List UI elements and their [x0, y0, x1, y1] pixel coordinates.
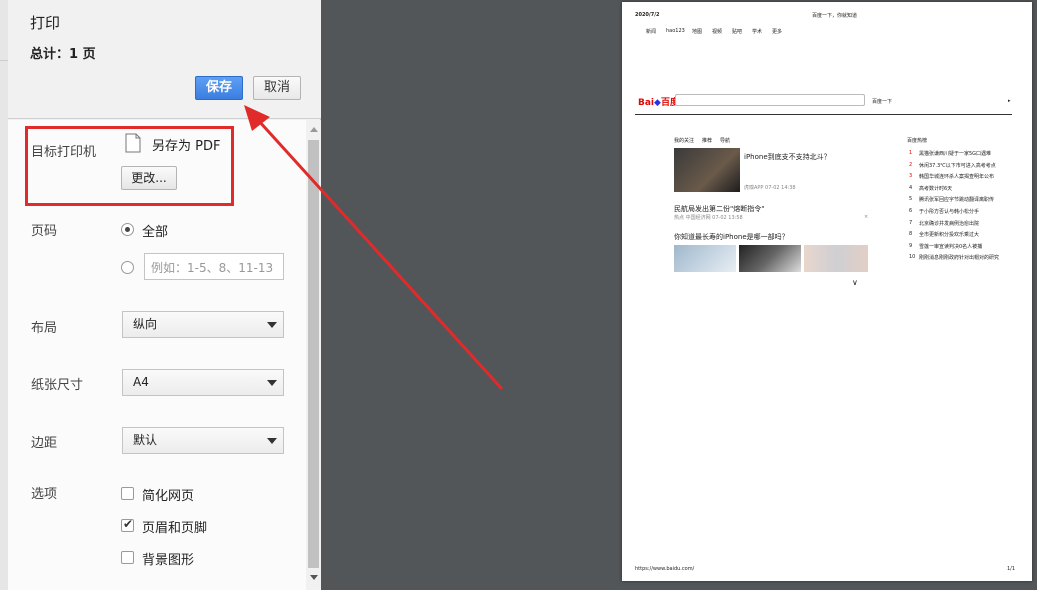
preview-nav-hao123: hao123: [666, 28, 685, 34]
preview-news1-title: iPhone到底支不支持北斗？: [744, 153, 831, 161]
preview-tab-recommend: 推荐: [702, 138, 713, 144]
preview-nav-more: 更多: [772, 29, 783, 35]
preview-close-icon: ×: [864, 214, 869, 220]
preview-hot-item: 黑猫张谦西川疑于一家5G口遇难: [919, 151, 992, 157]
preview-hot-rank: 6: [909, 208, 913, 214]
scroll-up-icon[interactable]: [310, 127, 318, 132]
preview-footer-url: https://www.baidu.com/: [635, 566, 695, 572]
preview-hot-item: 于小彤方否认与韩小松分手: [919, 209, 980, 215]
margins-value: 默认: [133, 433, 158, 447]
layout-select[interactable]: 纵向: [122, 311, 284, 338]
preview-nav-news: 新闻: [646, 29, 657, 35]
preview-page-title: 百度一下，你就知道: [812, 13, 858, 19]
panel-header: 打印 总计：1 页 保存 取消: [8, 0, 321, 119]
preview-expand-icon: ∨: [852, 278, 858, 287]
preview-hot-item: 刚刚消息刚刚政府针对出帽对的研究: [919, 255, 1000, 262]
paper-size-select[interactable]: A4: [122, 369, 284, 396]
preview-hot-rank: 10: [909, 254, 916, 261]
preview-tab-follow: 我的关注: [674, 138, 695, 144]
preview-hot-rank: 2: [909, 161, 913, 168]
preview-nav-video: 视频: [712, 29, 723, 35]
options-label: 选项: [31, 487, 58, 502]
cancel-button[interactable]: 取消: [253, 76, 301, 100]
preview-hot-rank: 8: [909, 231, 913, 238]
preview-news2-title: 民航局发出第二份"熔断指令": [674, 205, 765, 213]
chevron-down-icon: [267, 322, 277, 328]
pages-all-label: 全部: [142, 225, 169, 240]
print-preview-page: 2020/7/2 百度一下，你就知道 新闻 hao123 地图 视频 贴吧 学术…: [622, 2, 1032, 581]
print-dialog-screen: 打印 总计：1 页 保存 取消 目标打印机 另存为 PDF 更改... 页码 全…: [0, 0, 1037, 590]
margins-select[interactable]: 默认: [122, 427, 284, 454]
preview-news3-title: 你知道最长寿的iPhone是哪一部吗？: [674, 233, 789, 241]
paper-size-value: A4: [133, 375, 149, 389]
preview-phone-image-3: [804, 245, 868, 272]
chevron-down-icon: [267, 438, 277, 444]
preview-hot-title: 百度热榜: [907, 138, 928, 144]
scroll-down-icon[interactable]: [310, 575, 318, 580]
scroll-thumb[interactable]: [308, 140, 319, 568]
preview-hot-rank: 5: [909, 196, 913, 203]
layout-label: 布局: [31, 321, 58, 336]
preview-news1-meta: 虎嗅APP 07-02 14:38: [744, 185, 796, 191]
headers-footers-label: 页眉和页脚: [142, 521, 208, 536]
preview-hot-rank: 7: [909, 219, 913, 226]
margins-label: 边距: [31, 436, 58, 451]
preview-phone-image-2: [739, 245, 801, 272]
preview-search-button: 百度一下: [872, 99, 893, 105]
preview-divider: [635, 114, 1012, 115]
preview-search-input: [675, 94, 865, 106]
preview-hot-item: 休闲37.3℃以下市可进入高考考点: [919, 162, 996, 169]
preview-hot-rank: 9: [909, 242, 913, 249]
preview-hot-rank: 3: [909, 173, 913, 180]
preview-date: 2020/7/2: [635, 12, 660, 18]
preview-nav-map: 地图: [692, 29, 703, 35]
preview-footer-page: 1/1: [1007, 566, 1016, 572]
simplify-page-checkbox[interactable]: [121, 487, 134, 500]
preview-hot-rank: 4: [909, 184, 913, 191]
layout-value: 纵向: [133, 317, 158, 331]
save-button[interactable]: 保存: [195, 76, 243, 100]
preview-news2-meta: 热点 中国经济网 07-02 13:58: [674, 215, 743, 221]
preview-hot-item: 雪莲一审宣读判决0名人被捕: [919, 243, 983, 250]
preview-hot-item: 全市更新积分投欢乐乘过大: [919, 232, 980, 239]
simplify-page-label: 简化网页: [142, 489, 195, 504]
preview-hot-item: 高考数计时6天: [919, 185, 953, 192]
highlight-box: [25, 126, 234, 206]
dialog-title: 打印: [30, 14, 61, 32]
preview-hot-item: 腾讯张军回应字节跳动翻译离职传: [919, 197, 995, 204]
headers-footers-checkbox[interactable]: [121, 517, 134, 532]
preview-hot-item: 韩国华城连环杀人案揭查明年公布: [919, 174, 995, 181]
preview-nav-tieba: 贴吧: [732, 29, 743, 35]
pages-label: 页码: [31, 224, 58, 239]
print-settings-panel: 打印 总计：1 页 保存 取消 目标打印机 另存为 PDF 更改... 页码 全…: [8, 0, 321, 590]
settings-scrollbar[interactable]: [306, 120, 321, 590]
pages-range-input[interactable]: 例如：1-5、8、11-13: [144, 253, 284, 280]
total-pages: 总计：1 页: [30, 47, 96, 62]
chevron-down-icon: [267, 380, 277, 386]
preview-phone-image-1: [674, 245, 736, 272]
preview-tab-nav: 导航: [720, 138, 731, 144]
baidu-logo: Bai◆百度: [638, 98, 679, 108]
background-graphics-checkbox[interactable]: [121, 551, 134, 564]
background-graphics-label: 背景图形: [142, 553, 195, 568]
pages-all-radio[interactable]: [121, 223, 134, 236]
preview-hot-item: 北京确诊并发病例治愈出院: [919, 220, 980, 227]
preview-menu-icon: ▸: [1008, 98, 1011, 104]
background-page-strip: [0, 0, 8, 590]
preview-nav-xueshu: 学术: [752, 29, 763, 35]
paper-size-label: 纸张尺寸: [31, 378, 84, 393]
settings-list: 目标打印机 另存为 PDF 更改... 页码 全部 例如：1-5、8、11-13…: [8, 120, 306, 590]
pages-range-radio[interactable]: [121, 261, 134, 274]
preview-hot-rank: 1: [909, 150, 913, 156]
preview-news-image: [674, 148, 740, 192]
